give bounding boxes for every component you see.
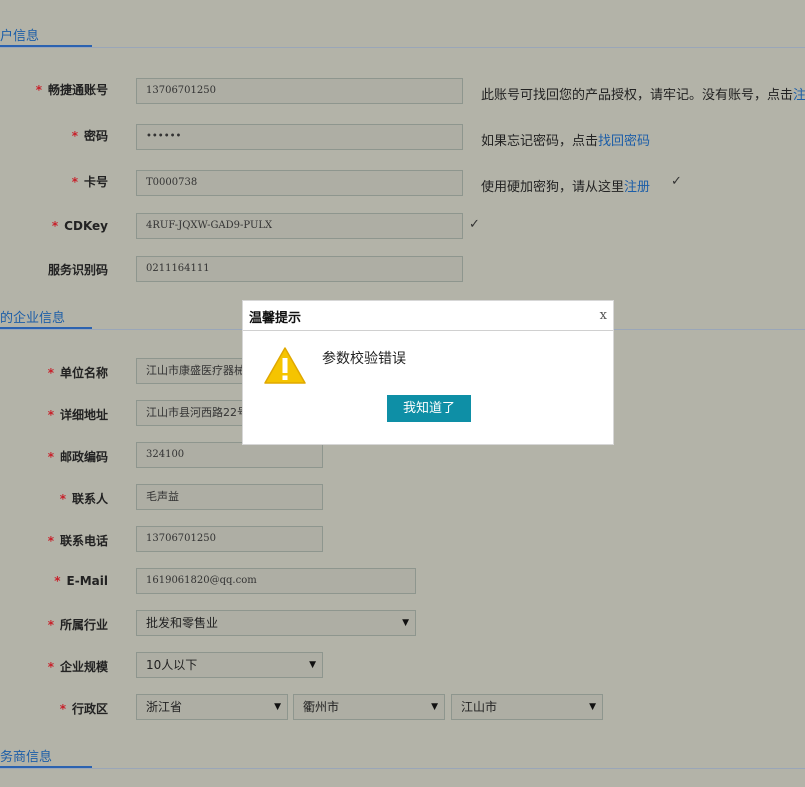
section-divider xyxy=(0,768,805,769)
county-select[interactable]: 江山市 ▼ xyxy=(451,694,603,720)
scale-label: * 企业规模 xyxy=(47,660,108,674)
chevron-down-icon: ▼ xyxy=(274,702,281,712)
cdkey-label: * CDKey xyxy=(51,219,108,233)
check-icon: ✓ xyxy=(671,174,682,189)
section-divider xyxy=(0,47,805,48)
section-title-company: 的企业信息 xyxy=(0,311,66,326)
account-input[interactable]: 13706701250 xyxy=(136,78,463,104)
city-select[interactable]: 衢州市 ▼ xyxy=(293,694,445,720)
section-title-business: 务商信息 xyxy=(0,750,53,765)
forgot-password-link[interactable]: 找回密码 xyxy=(598,134,650,149)
card-label: * 卡号 xyxy=(71,175,108,189)
acknowledge-button[interactable]: 我知道了 xyxy=(387,395,471,422)
dialog-header: 温馨提示 x xyxy=(243,301,613,331)
address-label: * 详细地址 xyxy=(47,408,108,422)
card-input[interactable]: T0000738 xyxy=(136,170,463,196)
email-input[interactable]: 1619061820@qq.com xyxy=(136,568,416,594)
service-code-input[interactable]: 0211164111 xyxy=(136,256,463,282)
chevron-down-icon: ▼ xyxy=(402,618,409,628)
check-icon: ✓ xyxy=(469,217,480,232)
industry-select[interactable]: 批发和零售业 ▼ xyxy=(136,610,416,636)
chevron-down-icon: ▼ xyxy=(431,702,438,712)
email-label: * E-Mail xyxy=(54,574,108,588)
phone-input[interactable]: 13706701250 xyxy=(136,526,323,552)
close-icon[interactable]: x xyxy=(600,308,607,323)
password-hint: 如果忘记密码，点击找回密码 xyxy=(481,134,651,149)
account-hint-link[interactable]: 注 xyxy=(793,88,805,103)
zip-label: * 邮政编码 xyxy=(47,450,108,464)
province-select[interactable]: 浙江省 ▼ xyxy=(136,694,288,720)
service-code-label: 服务识别码 xyxy=(47,263,108,277)
region-label: * 行政区 xyxy=(59,702,108,716)
industry-label: * 所属行业 xyxy=(47,618,108,632)
register-link[interactable]: 注册 xyxy=(624,180,650,195)
alert-dialog: 温馨提示 x 参数校验错误 我知道了 xyxy=(242,300,614,445)
chevron-down-icon: ▼ xyxy=(589,702,596,712)
dialog-title: 温馨提示 xyxy=(249,311,302,326)
phone-label: * 联系电话 xyxy=(47,534,108,548)
scale-select[interactable]: 10人以下 ▼ xyxy=(136,652,323,678)
company-name-label: * 单位名称 xyxy=(47,366,108,380)
password-label: * 密码 xyxy=(71,129,108,143)
card-hint: 使用硬加密狗，请从这里注册 xyxy=(481,180,651,195)
account-label: * 畅捷通账号 xyxy=(35,83,108,97)
contact-label: * 联系人 xyxy=(59,492,108,506)
zip-input[interactable]: 324100 xyxy=(136,442,323,468)
account-hint: 此账号可找回您的产品授权，请牢记。没有账号，点击注 xyxy=(481,88,805,103)
section-title-account: 户信息 xyxy=(0,29,40,44)
chevron-down-icon: ▼ xyxy=(309,660,316,670)
contact-input[interactable]: 毛声益 xyxy=(136,484,323,510)
dialog-message: 参数校验错误 xyxy=(322,351,406,367)
password-input[interactable]: •••••• xyxy=(136,124,463,150)
warning-icon xyxy=(264,347,306,384)
cdkey-input[interactable]: 4RUF-JQXW-GAD9-PULX xyxy=(136,213,463,239)
